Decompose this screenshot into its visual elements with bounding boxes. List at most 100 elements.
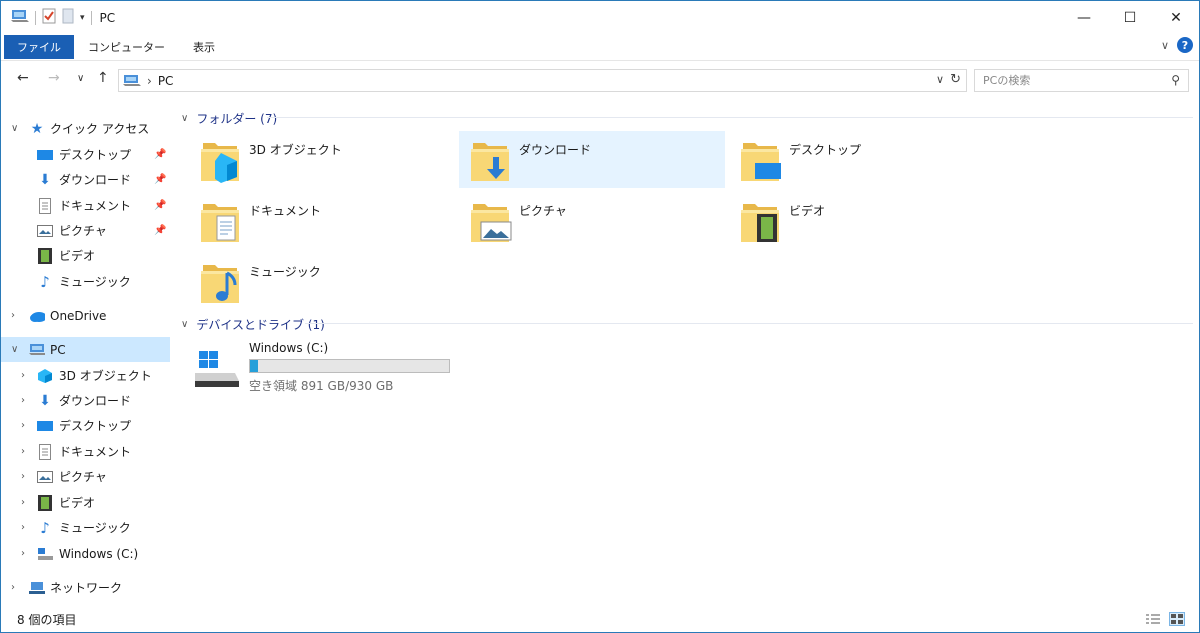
large-icons-view-icon[interactable]: [1169, 612, 1185, 626]
chevron-down-icon[interactable]: ∨: [181, 319, 188, 330]
folder-music[interactable]: ミュージック: [189, 253, 455, 310]
pin-icon[interactable]: 📌: [154, 174, 166, 185]
recent-locations-icon[interactable]: ∨: [77, 73, 84, 84]
folders-group-header[interactable]: ∨ フォルダー (7): [181, 110, 277, 127]
item-count: 8 個の項目: [17, 613, 77, 627]
breadcrumb-chevron-icon[interactable]: ›: [147, 74, 152, 88]
chevron-right-icon[interactable]: ›: [21, 446, 25, 457]
chevron-right-icon[interactable]: ›: [21, 395, 25, 406]
expand-ribbon-icon[interactable]: ∨: [1161, 39, 1169, 52]
nav-pc-pictures[interactable]: › ピクチャ: [1, 464, 170, 489]
nav-quick-downloads[interactable]: ⬇ ダウンロード 📌: [1, 167, 170, 192]
chevron-right-icon[interactable]: ›: [11, 582, 15, 593]
nav-label: Windows (C:): [59, 546, 139, 561]
new-folder-icon[interactable]: [62, 8, 74, 27]
up-icon[interactable]: ↑: [97, 70, 109, 86]
nav-label: ドキュメント: [59, 199, 132, 213]
tab-file[interactable]: ファイル: [4, 35, 74, 59]
forward-icon[interactable]: →: [48, 70, 60, 86]
folder-desktop-icon: [739, 137, 781, 183]
nav-label: ピクチャ: [59, 224, 107, 238]
nav-onedrive[interactable]: › OneDrive: [1, 303, 170, 328]
desktop-icon: [37, 418, 53, 434]
chevron-down-icon[interactable]: ∨: [11, 123, 18, 134]
nav-quick-pictures[interactable]: ピクチャ 📌: [1, 218, 170, 243]
windows-drive-icon: [195, 351, 239, 387]
nav-label: デスクトップ: [59, 419, 132, 433]
drive-usage-fill: [250, 360, 259, 372]
pc-icon: [123, 74, 141, 88]
help-icon[interactable]: ?: [1177, 37, 1193, 53]
folder-downloads[interactable]: ダウンロード: [459, 131, 725, 188]
properties-icon[interactable]: [42, 8, 56, 27]
nav-pc-documents[interactable]: › ドキュメント: [1, 439, 170, 464]
folder-pictures[interactable]: ピクチャ: [459, 192, 725, 249]
tab-computer[interactable]: コンピューター: [74, 35, 179, 59]
chevron-right-icon[interactable]: ›: [11, 310, 15, 321]
window-controls: — ☐ ✕: [1061, 1, 1199, 34]
chevron-right-icon[interactable]: ›: [21, 522, 25, 533]
search-icon[interactable]: ⚲: [1171, 73, 1180, 87]
customize-toolbar-icon[interactable]: ▾: [80, 13, 85, 23]
maximize-button[interactable]: ☐: [1107, 1, 1153, 34]
nav-quick-documents[interactable]: ドキュメント 📌: [1, 193, 170, 218]
details-view-icon[interactable]: [1145, 612, 1161, 626]
nav-label: ダウンロード: [59, 394, 132, 408]
tab-view[interactable]: 表示: [179, 35, 229, 59]
search-input[interactable]: [983, 74, 1153, 87]
nav-quick-desktop[interactable]: デスクトップ 📌: [1, 142, 170, 167]
search-box[interactable]: ⚲: [974, 69, 1189, 92]
chevron-down-icon[interactable]: ∨: [11, 344, 18, 355]
devices-group-header[interactable]: ∨ デバイスとドライブ (1): [181, 316, 325, 333]
address-bar[interactable]: › PC ∨ ↻: [118, 69, 967, 92]
nav-label: ビデオ: [59, 496, 96, 510]
folder-videos-icon: [739, 198, 783, 242]
download-arrow-icon: ⬇: [39, 171, 51, 188]
nav-pc-downloads[interactable]: › ⬇ ダウンロード: [1, 388, 170, 413]
nav-quick-videos[interactable]: ビデオ: [1, 243, 170, 268]
nav-pc-drive-c[interactable]: › Windows (C:): [1, 541, 170, 566]
chevron-right-icon[interactable]: ›: [21, 370, 25, 381]
close-button[interactable]: ✕: [1153, 1, 1199, 34]
back-icon[interactable]: ←: [17, 70, 29, 86]
address-dropdown-icon[interactable]: ∨: [936, 73, 944, 86]
nav-pc-music[interactable]: › ♪ ミュージック: [1, 515, 170, 540]
nav-pc-desktop[interactable]: › デスクトップ: [1, 413, 170, 438]
refresh-icon[interactable]: ↻: [950, 72, 961, 87]
toolbar-separator: [90, 10, 92, 25]
desktop-icon: [37, 147, 53, 163]
pin-icon[interactable]: 📌: [154, 225, 166, 236]
cloud-icon: [29, 308, 45, 324]
breadcrumb[interactable]: PC: [158, 74, 174, 88]
folder-download-icon: [469, 137, 513, 183]
nav-pc-videos[interactable]: › ビデオ: [1, 490, 170, 515]
chevron-right-icon[interactable]: ›: [21, 497, 25, 508]
nav-quick-access[interactable]: ∨ ★ クイック アクセス: [1, 116, 170, 141]
folder-documents[interactable]: ドキュメント: [189, 192, 455, 249]
group-title: フォルダー (7): [196, 112, 278, 126]
nav-label: デスクトップ: [59, 148, 132, 162]
nav-label: ビデオ: [59, 249, 96, 263]
nav-network[interactable]: › ネットワーク: [1, 575, 170, 600]
chevron-right-icon[interactable]: ›: [21, 471, 25, 482]
chevron-right-icon[interactable]: ›: [21, 548, 25, 559]
nav-pc-3d-objects[interactable]: › 3D オブジェクト: [1, 363, 170, 388]
chevron-right-icon[interactable]: ›: [21, 420, 25, 431]
ribbon-tabs: ファイル コンピューター 表示 ∨ ?: [1, 34, 1199, 60]
status-bar: 8 個の項目: [1, 607, 1199, 632]
drive-c-tile[interactable]: Windows (C:) 空き領域 891 GB/930 GB: [191, 339, 491, 399]
content-pane: ∨ フォルダー (7) 3D オブジェクト ダウンロード デスクトップ ドキュメ…: [171, 101, 1199, 607]
folder-3d-objects[interactable]: 3D オブジェクト: [189, 131, 455, 188]
nav-label: ネットワーク: [50, 581, 123, 595]
nav-label: ミュージック: [59, 521, 131, 535]
nav-label: ダウンロード: [59, 173, 132, 187]
chevron-down-icon[interactable]: ∨: [181, 113, 188, 124]
pin-icon[interactable]: 📌: [154, 200, 166, 211]
folder-videos[interactable]: ビデオ: [729, 192, 995, 249]
nav-label: PC: [50, 342, 66, 357]
folder-desktop[interactable]: デスクトップ: [729, 131, 995, 188]
nav-quick-music[interactable]: ♪ ミュージック: [1, 269, 170, 294]
pin-icon[interactable]: 📌: [154, 149, 166, 160]
minimize-button[interactable]: —: [1061, 1, 1107, 34]
nav-pc[interactable]: ∨ PC: [1, 337, 170, 362]
